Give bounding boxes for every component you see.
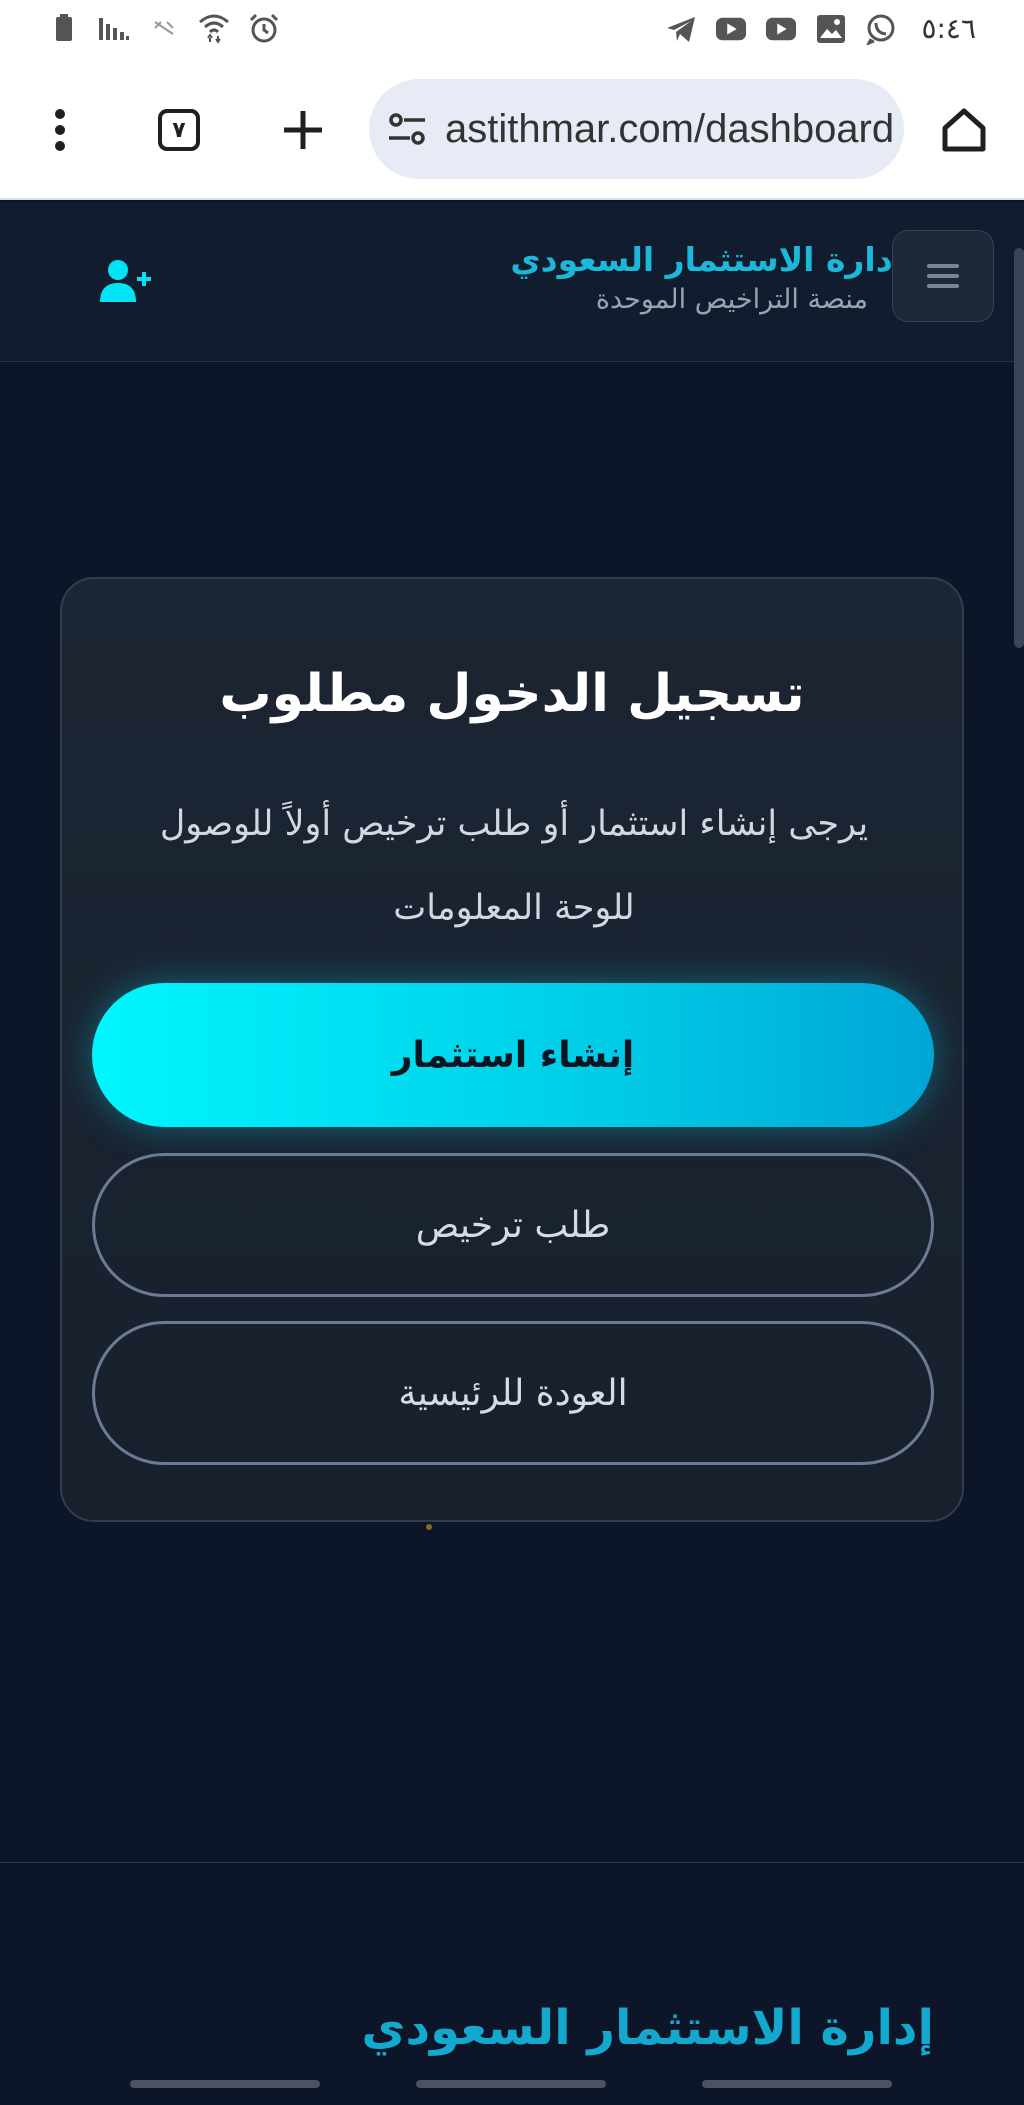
home-button[interactable] xyxy=(924,90,1004,170)
footer-divider xyxy=(0,1862,1024,1863)
more-options-button[interactable] xyxy=(20,90,100,170)
add-user-button[interactable] xyxy=(92,250,160,312)
youtube-icon xyxy=(765,13,797,45)
new-tab-button[interactable] xyxy=(263,90,343,170)
menu-icon xyxy=(927,264,959,288)
app-header: إدارة الاستثمار السعودي منصة التراخيص ال… xyxy=(0,202,1024,362)
footer-title: إدارة الاستثمار السعودي xyxy=(361,2000,934,2056)
add-user-icon xyxy=(100,260,151,302)
clock: ٥:٤٦ xyxy=(921,12,976,45)
login-required-dialog: تسجيل الدخول مطلوب يرجى إنشاء استثمار أو… xyxy=(60,577,964,1522)
address-bar[interactable]: astithmar.com/dashboard xyxy=(369,79,904,179)
brand: إدارة الاستثمار السعودي منصة التراخيص ال… xyxy=(510,238,904,318)
url-text: astithmar.com/dashboard xyxy=(445,106,895,151)
nav-gesture-right[interactable] xyxy=(702,2080,892,2088)
data-off-icon xyxy=(148,12,180,44)
wifi-icon xyxy=(198,12,230,44)
status-right-icons: ٥:٤٦ xyxy=(665,12,976,45)
more-vert-icon xyxy=(55,109,65,151)
nav-gesture-center[interactable] xyxy=(416,2080,606,2088)
status-left-icons xyxy=(48,12,280,44)
create-investment-button[interactable]: إنشاء استثمار xyxy=(92,983,934,1127)
scrollbar[interactable] xyxy=(1014,248,1024,648)
brand-subtitle: منصة التراخيص الموحدة xyxy=(595,284,868,315)
dialog-title: تسجيل الدخول مطلوب xyxy=(219,664,805,724)
tabs-icon: ٧ xyxy=(158,109,200,151)
whatsapp-icon xyxy=(865,13,897,45)
browser-toolbar: ٧ astithmar.com/dashboard xyxy=(0,60,1024,200)
battery-icon xyxy=(48,12,80,44)
signal-icon xyxy=(98,12,130,44)
screen: ٥:٤٦ ٧ astithmar.com/dashboard إدارة الا… xyxy=(0,0,1024,2105)
telegram-icon xyxy=(665,13,697,45)
new-tab-icon xyxy=(284,111,322,149)
nav-gesture-left[interactable] xyxy=(130,2080,320,2088)
tabs-button[interactable]: ٧ xyxy=(139,90,219,170)
alarm-icon xyxy=(248,12,280,44)
youtube-icon xyxy=(715,13,747,45)
home-icon xyxy=(942,108,986,152)
menu-button[interactable] xyxy=(892,230,994,322)
brand-title: إدارة الاستثمار السعودي xyxy=(510,240,904,279)
back-home-button[interactable]: العودة للرئيسية xyxy=(92,1321,934,1465)
dialog-description: يرجى إنشاء استثمار أو طلب ترخيص أولاً لل… xyxy=(159,804,869,928)
site-settings-icon[interactable] xyxy=(387,109,427,149)
decorative-dot xyxy=(426,1524,432,1530)
request-license-button[interactable]: طلب ترخيص xyxy=(92,1153,934,1297)
status-bar: ٥:٤٦ xyxy=(0,0,1024,60)
image-icon xyxy=(815,13,847,45)
